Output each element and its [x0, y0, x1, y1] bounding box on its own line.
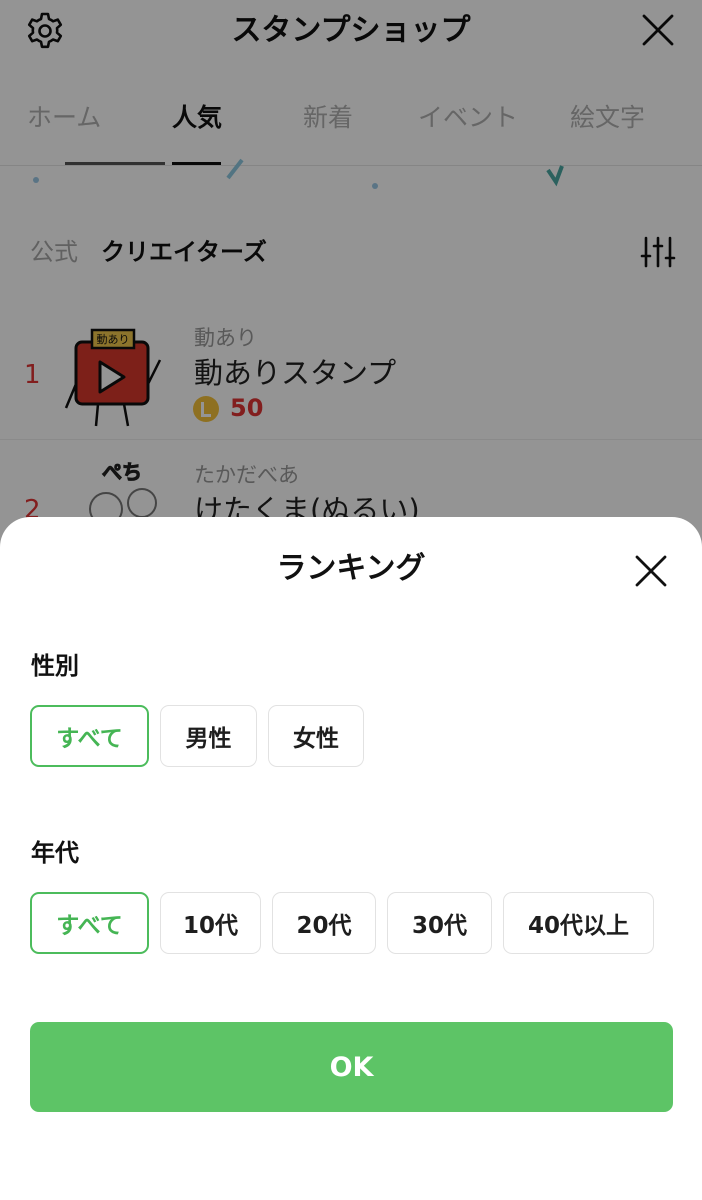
- age-option-20s[interactable]: 20代: [272, 892, 376, 954]
- age-option-all[interactable]: すべて: [30, 892, 149, 954]
- sheet-title: ランキング: [276, 551, 426, 586]
- age-label: 年代: [31, 839, 79, 867]
- gender-option-female[interactable]: 女性: [268, 705, 364, 767]
- gender-label: 性別: [31, 652, 79, 680]
- close-icon[interactable]: [632, 552, 670, 590]
- age-option-30s[interactable]: 30代: [387, 892, 492, 954]
- gender-option-male[interactable]: 男性: [160, 705, 257, 767]
- gender-option-all[interactable]: すべて: [30, 705, 149, 767]
- ranking-filter-sheet: ランキング 性別 すべて 男性 女性 年代 すべて 10代 20代 30代 40…: [0, 517, 702, 1200]
- age-option-40s-plus[interactable]: 40代以上: [503, 892, 654, 954]
- age-option-10s[interactable]: 10代: [160, 892, 261, 954]
- ok-button[interactable]: OK: [30, 1022, 673, 1112]
